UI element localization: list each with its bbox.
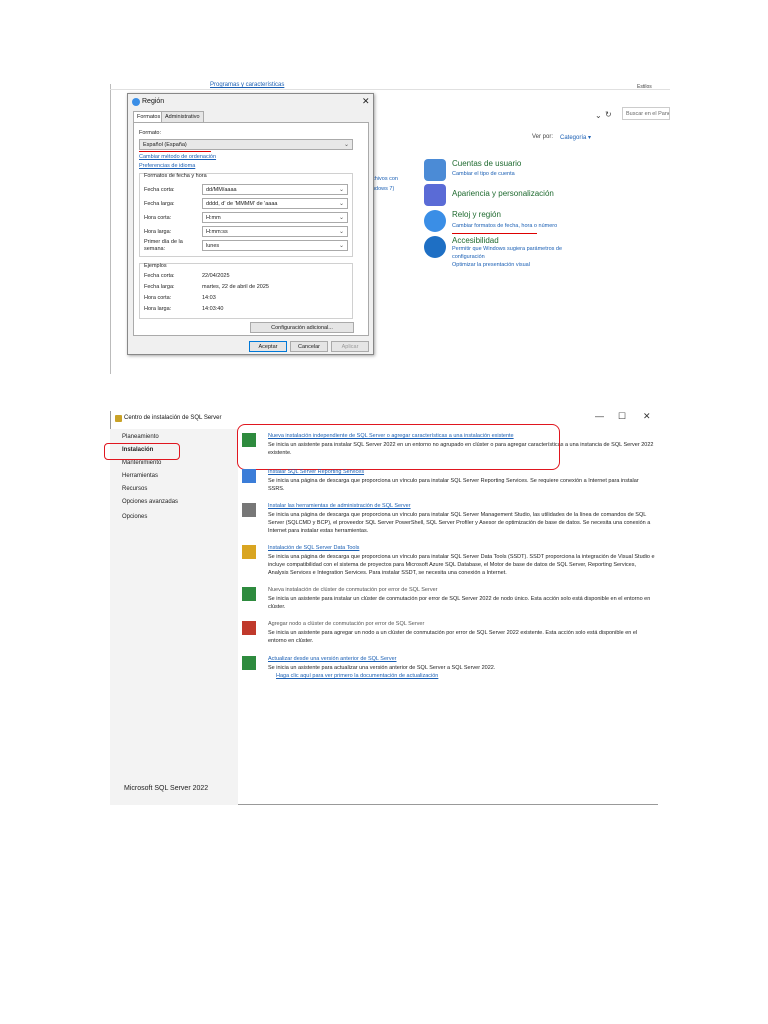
refresh-icon[interactable]: ↻ <box>605 110 612 119</box>
example-label: Hora corta: <box>144 295 172 301</box>
windows-suggest-link[interactable]: Permitir que Windows sugiera parámetros … <box>452 245 582 261</box>
annotation-highlight <box>237 424 560 470</box>
sidebar-item-herramientas[interactable]: Herramientas <box>122 473 158 479</box>
change-account-type-link[interactable]: Cambiar el tipo de cuenta <box>452 170 515 178</box>
apply-button[interactable]: Aplicar <box>331 341 369 352</box>
optimize-display-link[interactable]: Optimizar la presentación visual <box>452 261 530 269</box>
upgrade-icon <box>242 656 256 670</box>
view-by-label: Ver por: <box>532 134 554 140</box>
dialog-title: Región <box>142 98 165 105</box>
field-label: Primer día de la semana: <box>144 239 183 252</box>
chevron-down-icon: ⌄ <box>343 142 349 148</box>
window-title: Centro de instalación de SQL Server <box>124 415 222 421</box>
change-formats-link[interactable]: Cambiar formatos de fecha, hora o número <box>452 222 557 230</box>
globe-icon <box>132 98 140 106</box>
minimize-icon[interactable]: — <box>595 411 604 421</box>
annotation-underline <box>139 151 211 152</box>
sql-server-icon <box>115 415 122 422</box>
first-day-select[interactable]: lunes ⌄ <box>202 240 348 251</box>
search-input[interactable]: Buscar en el Panel de control <box>622 107 670 120</box>
report-icon <box>242 469 256 483</box>
format-label: Formato: <box>139 130 162 136</box>
sql-installation-center-window: Centro de instalación de SQL Server — ☐ … <box>104 411 658 805</box>
sidebar-item-recursos[interactable]: Recursos <box>122 486 147 492</box>
chevron-down-icon: ⌄ <box>338 243 344 249</box>
tools-icon <box>242 503 256 517</box>
sidebar: Planeamiento Instalación Mantenimiento H… <box>104 429 238 805</box>
monitor-icon <box>424 184 446 206</box>
formats-panel: Formato: Español (España) ⌄ Cambiar métod… <box>133 122 369 336</box>
upgrade-docs-link[interactable]: Haga clic aquí para ver primero la docum… <box>276 673 438 679</box>
short-time-select[interactable]: H:mm ⌄ <box>202 212 348 223</box>
chevron-down-icon: ⌄ <box>338 229 344 235</box>
chevron-down-icon: ⌄ <box>338 215 344 221</box>
example-value: 22/04/2025 <box>202 273 230 279</box>
close-icon[interactable]: ✕ <box>643 411 651 422</box>
field-label: Hora larga: <box>144 229 172 235</box>
sidebar-item-mantenimiento[interactable]: Mantenimiento <box>122 460 161 466</box>
field-label: Fecha larga: <box>144 201 175 207</box>
sidebar-item-opciones-avanzadas[interactable]: Opciones avanzadas <box>122 499 178 505</box>
ok-button[interactable]: Aceptar <box>249 341 287 352</box>
example-value: 14:03 <box>202 295 216 301</box>
hidden-category-text: chivos con ndows 7) <box>372 176 398 192</box>
example-label: Fecha larga: <box>144 284 175 290</box>
close-icon[interactable]: ✕ <box>362 96 370 107</box>
region-dialog: Región ✕ Formatos Administrativo Formato… <box>127 93 374 355</box>
view-by-dropdown[interactable]: Categoría ▾ <box>560 134 591 141</box>
sort-method-link[interactable]: Cambiar método de ordenación <box>139 154 216 160</box>
datetime-group-title: Formatos de fecha y hora <box>144 173 207 179</box>
format-select[interactable]: Español (España) ⌄ <box>139 139 353 150</box>
field-label: Fecha corta: <box>144 187 175 193</box>
long-time-select[interactable]: H:mm:ss ⌄ <box>202 226 348 237</box>
programs-link[interactable]: Programas y características <box>210 82 284 88</box>
example-value: martes, 22 de abril de 2025 <box>202 284 269 290</box>
field-label: Hora corta: <box>144 215 172 221</box>
additional-settings-button[interactable]: Configuración adicional... <box>250 322 354 333</box>
language-prefs-link[interactable]: Preferencias de idioma <box>139 163 195 169</box>
top-bar <box>110 84 670 90</box>
example-label: Hora larga: <box>144 306 172 312</box>
styles-label: Estilos <box>637 84 652 90</box>
sidebar-item-opciones[interactable]: Opciones <box>122 514 147 520</box>
install-options-panel: Nueva instalación independiente de SQL S… <box>237 424 658 805</box>
users-icon <box>424 159 446 181</box>
examples-title: Ejemplos <box>144 263 167 269</box>
accessibility-icon <box>424 236 446 258</box>
annotation-underline <box>452 233 537 234</box>
chevron-down-icon: ⌄ <box>338 201 344 207</box>
example-value: 14:03:40 <box>202 306 224 312</box>
product-footer: Microsoft SQL Server 2022 <box>124 785 209 792</box>
window-edge <box>110 84 111 374</box>
short-date-select[interactable]: dd/MM/aaaa ⌄ <box>202 184 348 195</box>
cancel-button[interactable]: Cancelar <box>290 341 328 352</box>
annotation-highlight <box>104 443 180 460</box>
cluster-install-icon <box>242 587 256 601</box>
maximize-icon[interactable]: ☐ <box>618 411 626 422</box>
example-label: Fecha corta: <box>144 273 175 279</box>
long-date-select[interactable]: dddd, d' de 'MMMM' de 'aaaa ⌄ <box>202 198 348 209</box>
chevron-down-icon: ⌄ <box>338 187 344 193</box>
sidebar-item-planeamiento[interactable]: Planeamiento <box>122 434 159 440</box>
add-node-icon <box>242 621 256 635</box>
data-tools-icon <box>242 545 256 559</box>
chevron-down-icon[interactable]: ⌄ <box>595 111 602 120</box>
clock-icon <box>424 210 446 232</box>
